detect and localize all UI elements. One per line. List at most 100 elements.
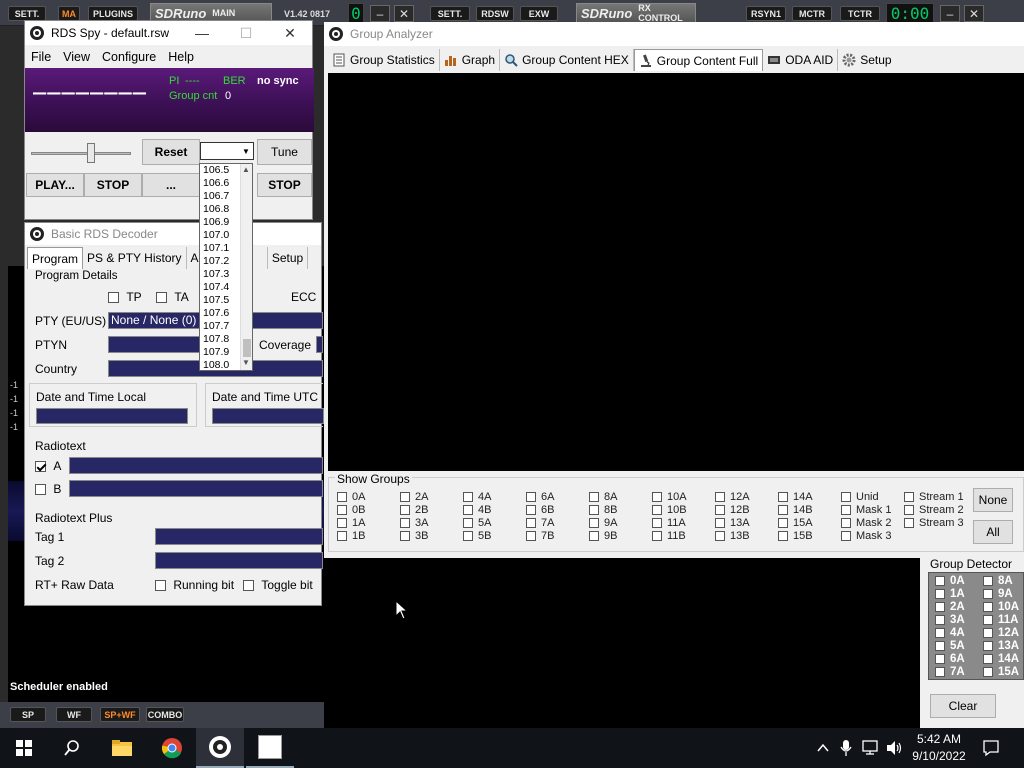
group-detector-item[interactable]: 6A bbox=[935, 653, 965, 665]
frequency-option[interactable]: 107.8 bbox=[200, 333, 240, 346]
checkbox-icon[interactable] bbox=[935, 589, 945, 599]
show-group-checkbox[interactable]: 12A bbox=[715, 491, 750, 503]
rx-minimize-icon[interactable]: – bbox=[940, 5, 960, 22]
rx-exw-button[interactable]: EXW bbox=[520, 6, 558, 21]
notification-icon[interactable] bbox=[982, 739, 1000, 757]
checkbox-icon[interactable] bbox=[935, 628, 945, 638]
show-group-checkbox[interactable]: 0A bbox=[337, 491, 365, 503]
show-group-checkbox[interactable]: 0B bbox=[337, 504, 365, 516]
checkbox-icon[interactable] bbox=[526, 505, 536, 515]
tab-setup[interactable]: Setup bbox=[266, 247, 309, 269]
minimize-icon[interactable]: — bbox=[180, 21, 224, 45]
show-group-checkbox[interactable]: 9B bbox=[589, 530, 617, 542]
combo-button[interactable]: COMBO bbox=[146, 707, 184, 722]
group-analyzer-lower-output[interactable] bbox=[324, 558, 920, 728]
group-detector-item[interactable]: 3A bbox=[935, 614, 965, 626]
chevron-up-icon[interactable] bbox=[816, 742, 830, 754]
dropdown-scrollbar[interactable]: ▲ ▼ bbox=[240, 164, 252, 370]
checkbox-icon[interactable] bbox=[715, 531, 725, 541]
search-button[interactable] bbox=[48, 728, 96, 768]
checkbox-icon[interactable] bbox=[589, 492, 599, 502]
tp-check-icon[interactable] bbox=[108, 292, 119, 304]
rx-rdsw-button[interactable]: RDSW bbox=[476, 6, 514, 21]
stop-button-2[interactable]: STOP bbox=[257, 173, 312, 197]
menu-file[interactable]: File bbox=[31, 50, 51, 64]
checkbox-icon[interactable] bbox=[778, 531, 788, 541]
show-group-checkbox[interactable]: 3B bbox=[400, 530, 428, 542]
group-detector-item[interactable]: 0A bbox=[935, 575, 965, 587]
rt-b-checkbox[interactable]: B bbox=[35, 482, 61, 496]
volume-slider[interactable] bbox=[31, 141, 131, 167]
show-group-checkbox[interactable]: 8B bbox=[589, 504, 617, 516]
scroll-thumb[interactable] bbox=[243, 339, 251, 357]
sdruno-ma-button[interactable]: MA bbox=[58, 6, 80, 21]
show-group-checkbox[interactable]: 10B bbox=[652, 504, 687, 516]
group-detector-item[interactable]: 2A bbox=[935, 601, 965, 613]
show-group-checkbox[interactable]: Stream 1 bbox=[904, 491, 964, 503]
clock-time[interactable]: 5:42 AM bbox=[912, 732, 966, 746]
show-group-checkbox[interactable]: Unid bbox=[841, 491, 879, 503]
frequency-option[interactable]: 107.1 bbox=[200, 242, 240, 255]
show-group-checkbox[interactable]: Stream 2 bbox=[904, 504, 964, 516]
checkbox-icon[interactable] bbox=[935, 615, 945, 625]
show-group-checkbox[interactable]: 4A bbox=[463, 491, 491, 503]
checkbox-icon[interactable] bbox=[337, 518, 347, 528]
show-group-checkbox[interactable]: 2B bbox=[400, 504, 428, 516]
checkbox-icon[interactable] bbox=[589, 531, 599, 541]
show-group-checkbox[interactable]: 13B bbox=[715, 530, 750, 542]
scroll-down-icon[interactable]: ▼ bbox=[242, 358, 250, 367]
checkbox-icon[interactable] bbox=[526, 492, 536, 502]
menu-view[interactable]: View bbox=[63, 50, 90, 64]
tab-program[interactable]: Program bbox=[27, 247, 84, 269]
checkbox-icon[interactable] bbox=[337, 492, 347, 502]
group-detector-item[interactable]: 7A bbox=[935, 666, 965, 678]
checkbox-icon[interactable] bbox=[778, 505, 788, 515]
stop-button[interactable]: STOP bbox=[84, 173, 142, 197]
checkbox-icon[interactable] bbox=[463, 505, 473, 515]
clock-date[interactable]: 9/10/2022 bbox=[908, 749, 970, 763]
none-button[interactable]: None bbox=[973, 488, 1013, 512]
toggle-bit-check-icon[interactable] bbox=[243, 580, 254, 592]
checkbox-icon[interactable] bbox=[337, 531, 347, 541]
start-button[interactable] bbox=[0, 728, 48, 768]
checkbox-icon[interactable] bbox=[715, 492, 725, 502]
show-group-checkbox[interactable]: 12B bbox=[715, 504, 750, 516]
checkbox-icon[interactable] bbox=[983, 641, 993, 651]
frequency-option[interactable]: 107.6 bbox=[200, 307, 240, 320]
group-detector-item[interactable]: 10A bbox=[983, 601, 1019, 613]
checkbox-icon[interactable] bbox=[400, 518, 410, 528]
chevron-down-icon[interactable]: ▼ bbox=[239, 143, 253, 159]
maximize-icon[interactable]: ☐ bbox=[224, 21, 268, 45]
checkbox-icon[interactable] bbox=[904, 492, 914, 502]
slider-thumb[interactable] bbox=[87, 143, 95, 163]
frequency-select[interactable]: ▼ bbox=[200, 142, 254, 160]
clear-button[interactable]: Clear bbox=[930, 694, 996, 718]
frequency-option[interactable]: 107.9 bbox=[200, 346, 240, 359]
show-group-checkbox[interactable]: Mask 2 bbox=[841, 517, 891, 529]
checkbox-icon[interactable] bbox=[652, 518, 662, 528]
sdruno-plugins-button[interactable]: PLUGINS bbox=[88, 6, 138, 21]
tune-button[interactable]: Tune bbox=[257, 139, 312, 165]
network-icon[interactable] bbox=[862, 740, 880, 756]
show-group-checkbox[interactable]: 15B bbox=[778, 530, 813, 542]
frequency-dropdown-list[interactable]: 106.5 106.6 106.7 106.8 106.9 107.0 107.1 107.2… bbox=[199, 163, 253, 371]
show-group-checkbox[interactable]: 13A bbox=[715, 517, 750, 529]
show-group-checkbox[interactable]: 7B bbox=[526, 530, 554, 542]
show-group-checkbox[interactable]: 8A bbox=[589, 491, 617, 503]
toggle-bit-checkbox[interactable]: Toggle bit bbox=[243, 578, 313, 592]
checkbox-icon[interactable] bbox=[904, 505, 914, 515]
rt-a-check-icon[interactable] bbox=[35, 461, 46, 473]
tab-group-content-full[interactable]: Group Content Full bbox=[633, 49, 764, 71]
frequency-option[interactable]: 106.9 bbox=[200, 216, 240, 229]
spwf-button[interactable]: SP+WF bbox=[100, 707, 140, 722]
checkbox-icon[interactable] bbox=[935, 667, 945, 677]
show-group-checkbox[interactable]: 9A bbox=[589, 517, 617, 529]
frequency-option[interactable]: 107.4 bbox=[200, 281, 240, 294]
tab-oda-aid[interactable]: ODA AID bbox=[763, 49, 839, 71]
sdruno-sett-button[interactable]: SETT. bbox=[8, 6, 46, 21]
group-detector-item[interactable]: 12A bbox=[983, 627, 1019, 639]
ta-check-icon[interactable] bbox=[156, 292, 167, 304]
checkbox-icon[interactable] bbox=[841, 492, 851, 502]
sdruno-main-close-icon[interactable]: ✕ bbox=[394, 5, 414, 22]
tab-setup[interactable]: Setup bbox=[838, 49, 895, 71]
